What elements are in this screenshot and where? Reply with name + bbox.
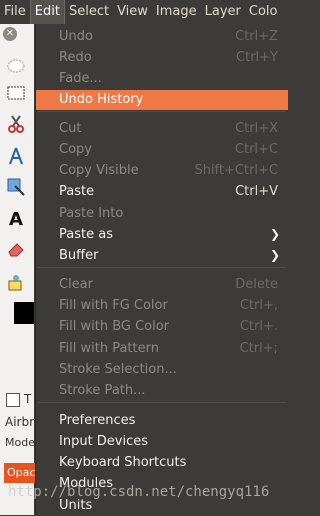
menu-item-label: Redo [59,50,92,65]
menu-item-shortcut: Ctrl+. [239,319,278,334]
menu-item-label: Fill with FG Color [59,298,168,313]
menu-item-fill-with-pattern[interactable]: Fill with Pattern Ctrl+; [36,339,288,359]
menu-item-fill-with-fg-color[interactable]: Fill with FG Color Ctrl+, [36,296,288,316]
menu-item-label: Fade... [59,71,102,86]
ellipse-select-icon[interactable] [4,55,28,77]
clone-icon[interactable] [4,272,28,294]
options-icon[interactable] [6,393,20,407]
menu-item-label: Fill with BG Color [59,319,170,334]
menu-item-label: Stroke Path... [59,383,146,398]
menu-item-paste[interactable]: Paste Ctrl+V [36,182,288,202]
menu-edit[interactable]: Edit [29,0,65,24]
options-tab-label: T [24,392,32,406]
scissors-icon[interactable] [4,113,28,135]
opacity-slider[interactable]: Opac [4,463,37,483]
menu-view[interactable]: View [113,0,152,24]
menu-separator [38,402,286,403]
menu-item-label: Copy Visible [59,163,139,178]
menu-item-label: Preferences [59,413,136,428]
menu-item-label: Paste [59,184,95,199]
menu-item-preferences[interactable]: Preferences [36,411,288,431]
menu-select[interactable]: Select [65,0,113,24]
watermark: http://blog.csdn.net/chengyq116 [8,484,270,500]
menu-item-fill-with-bg-color[interactable]: Fill with BG Color Ctrl+. [36,317,288,337]
menu-item-label: Input Devices [59,434,149,449]
menu-colors[interactable]: Colo [245,0,282,24]
mode-label: Mode [5,436,35,449]
menu-item-clear[interactable]: Clear Delete [36,275,288,295]
menu-separator [38,111,286,112]
menu-item-shortcut: Delete [235,277,278,292]
menu-item-shortcut: Ctrl+, [239,298,278,313]
menu-item-label: Copy [59,142,92,157]
submenu-arrow-icon: ❯ [269,227,280,241]
menu-item-undo-history[interactable]: Undo History [36,90,288,110]
transform-icon[interactable] [4,176,28,198]
menu-item-paste-as[interactable]: Paste as ❯ [36,225,288,245]
menu-item-shortcut: Ctrl+C [234,142,278,157]
rect-select-icon[interactable] [4,82,28,104]
menu-image[interactable]: Image [152,0,201,24]
menu-item-copy[interactable]: Copy Ctrl+C [36,140,288,160]
svg-text:A: A [9,209,23,228]
menubar: File Edit Select View Image Layer Colo [0,0,287,24]
menu-item-cut[interactable]: Cut Ctrl+X [36,119,288,139]
menu-item-shortcut: Ctrl+V [235,184,278,199]
menu-item-stroke-path[interactable]: Stroke Path... [36,381,288,401]
menu-layer[interactable]: Layer [201,0,245,24]
edit-menu: Undo Ctrl+Z Redo Ctrl+Y Fade... Undo History C… [35,24,288,515]
menu-item-label: Units [59,498,93,513]
foreground-color-swatch[interactable] [14,302,34,324]
menu-separator [38,267,286,268]
eraser-icon[interactable] [4,238,28,260]
menu-item-shortcut: Ctrl+X [235,121,278,136]
menu-file[interactable]: File [0,0,30,24]
menu-item-shortcut: Ctrl+; [239,341,278,356]
menu-item-redo[interactable]: Redo Ctrl+Y [36,48,288,68]
menu-item-stroke-selection[interactable]: Stroke Selection... [36,360,288,380]
fuzzy-select-icon[interactable] [4,145,28,167]
menu-item-label: Undo History [59,92,144,107]
menu-item-label: Paste as [59,227,113,242]
menu-item-copy-visible[interactable]: Copy Visible Shift+Ctrl+C [36,161,288,181]
menu-item-label: Undo [59,29,93,44]
menu-item-label: Paste Into [59,206,124,221]
menu-item-label: Keyboard Shortcuts [59,455,187,470]
menu-item-fade[interactable]: Fade... [36,69,288,89]
menu-item-shortcut: Shift+Ctrl+C [194,163,278,178]
menu-item-input-devices[interactable]: Input Devices [36,432,288,452]
menu-item-label: Cut [59,121,82,136]
menu-item-label: Buffer [59,248,99,263]
text-tool-icon[interactable]: A [4,207,28,229]
submenu-arrow-icon: ❯ [269,248,280,262]
close-icon[interactable]: ✕ [3,27,17,41]
menu-item-keyboard-shortcuts[interactable]: Keyboard Shortcuts [36,453,288,473]
menu-item-undo[interactable]: Undo Ctrl+Z [36,27,288,47]
menu-item-shortcut: Ctrl+Y [236,50,278,65]
menu-item-shortcut: Ctrl+Z [235,29,278,44]
menu-item-paste-into[interactable]: Paste Into [36,204,288,224]
menu-item-label: Clear [59,277,93,292]
menu-item-buffer[interactable]: Buffer ❯ [36,246,288,266]
menu-item-label: Stroke Selection... [59,362,177,377]
menu-item-label: Fill with Pattern [59,341,159,356]
